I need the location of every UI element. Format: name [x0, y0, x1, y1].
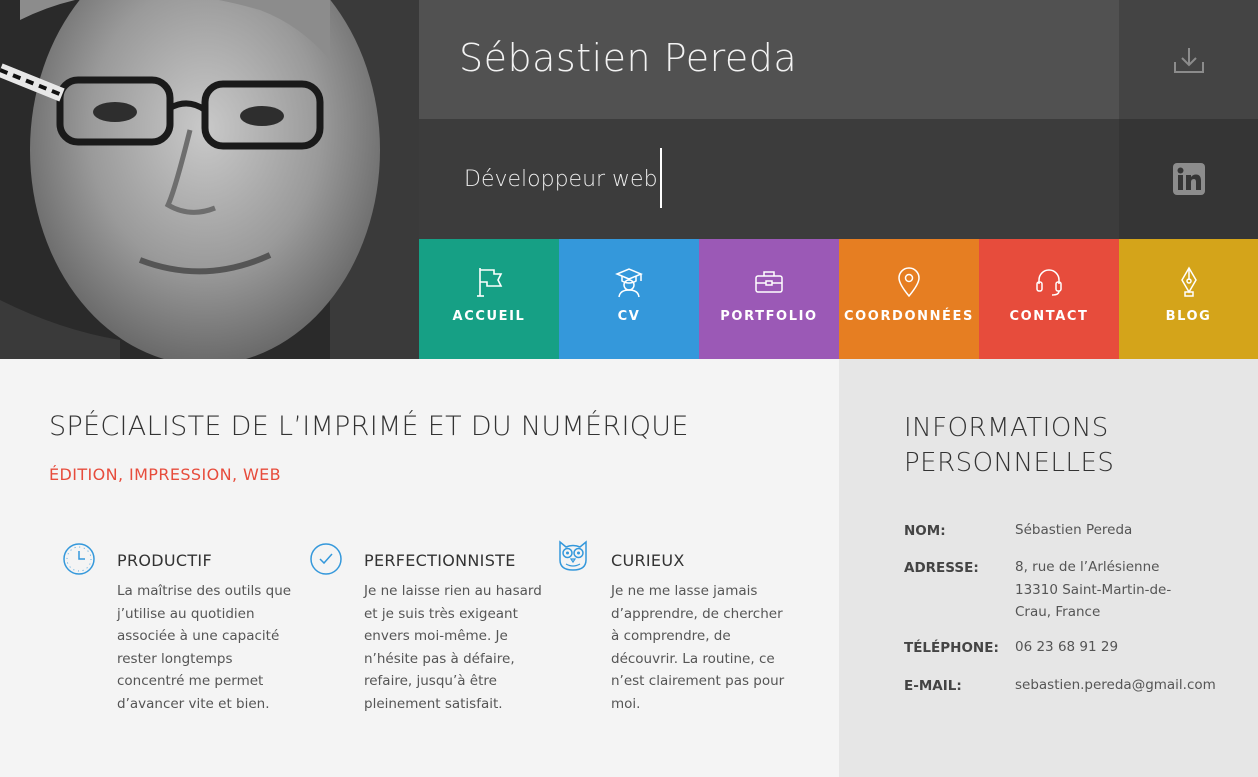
- quality-text: Je ne me lasse jamais d’apprendre, de ch…: [611, 583, 785, 712]
- clock-icon: [63, 543, 95, 575]
- main-nav: ACCUEIL CV PORTFOLIO COORDONNÉES CONTACT…: [419, 239, 1258, 359]
- role-bar: Développeur web: [419, 119, 1119, 239]
- info-key: E-MAIL:: [904, 678, 962, 694]
- profile-photo: [0, 0, 419, 359]
- name-bar: Sébastien Pereda: [419, 0, 1119, 119]
- quality-title: PRODUCTIF: [117, 551, 212, 570]
- download-button[interactable]: [1119, 0, 1258, 119]
- panel-title-line2: PERSONNELLES: [904, 448, 1115, 478]
- linkedin-icon: [1172, 163, 1205, 195]
- panel-title-line1: INFORMATIONS: [904, 413, 1109, 443]
- graduate-icon: [615, 268, 643, 298]
- nav-label: BLOG: [1165, 309, 1212, 324]
- quality-text: La maîtrise des outils que j’utilise au …: [117, 583, 292, 712]
- personal-info-panel: INFORMATIONS PERSONNELLES NOM: Sébastien…: [839, 359, 1258, 777]
- panel-title: INFORMATIONS PERSONNELLES: [904, 411, 1114, 481]
- nav-label: PORTFOLIO: [720, 309, 818, 324]
- info-value: Sébastien Pereda: [1015, 522, 1133, 538]
- nav-label: COORDONNÉES: [844, 309, 974, 324]
- owl-icon: [559, 540, 587, 571]
- info-key: TÉLÉPHONE:: [904, 640, 999, 656]
- quality-title: PERFECTIONNISTE: [364, 551, 516, 570]
- check-circle-icon: [310, 543, 342, 575]
- portrait-illustration: [0, 0, 419, 359]
- info-value: 8, rue de l’Arlésienne 13310 Saint-Marti…: [1015, 559, 1172, 620]
- page-subline: ÉDITION, IMPRESSION, WEB: [49, 465, 282, 484]
- nav-item-accueil[interactable]: ACCUEIL: [419, 239, 559, 359]
- quality-title: CURIEUX: [611, 551, 685, 570]
- quality-text: Je ne laisse rien au hasard et je suis t…: [364, 583, 542, 712]
- linkedin-button[interactable]: [1119, 119, 1258, 239]
- download-icon: [1173, 47, 1204, 73]
- pen-nib-icon: [1180, 266, 1197, 297]
- map-pin-icon: [898, 267, 920, 298]
- nav-item-cv[interactable]: CV: [559, 239, 699, 359]
- main-content: SPÉCIALISTE DE L’IMPRIMÉ ET DU NUMÉRIQUE…: [0, 359, 839, 777]
- info-key: NOM:: [904, 523, 946, 539]
- nav-item-blog[interactable]: BLOG: [1119, 239, 1258, 359]
- briefcase-icon: [755, 271, 783, 293]
- email-link[interactable]: sebastien.pereda@gmail.com: [1015, 674, 1258, 697]
- person-name: Sébastien Pereda: [459, 36, 798, 80]
- nav-label: CV: [617, 309, 641, 324]
- headset-icon: [1036, 269, 1062, 296]
- nav-item-coordonnees[interactable]: COORDONNÉES: [839, 239, 979, 359]
- job-title: Développeur web: [464, 167, 658, 192]
- nav-label: CONTACT: [1009, 309, 1089, 324]
- nav-item-portfolio[interactable]: PORTFOLIO: [699, 239, 839, 359]
- page-headline: SPÉCIALISTE DE L’IMPRIMÉ ET DU NUMÉRIQUE: [49, 411, 689, 442]
- nav-label: ACCUEIL: [452, 309, 526, 324]
- text-caret: [660, 148, 662, 208]
- info-key: ADRESSE:: [904, 560, 979, 576]
- flag-icon: [477, 268, 503, 297]
- info-value: 06 23 68 91 29: [1015, 639, 1119, 655]
- nav-item-contact[interactable]: CONTACT: [979, 239, 1119, 359]
- resume-page: Sébastien Pereda Développeur web ACCUEIL…: [0, 0, 1258, 777]
